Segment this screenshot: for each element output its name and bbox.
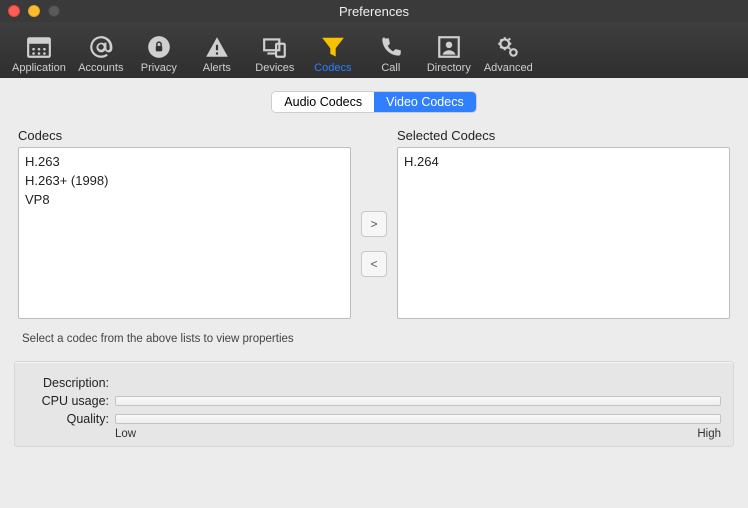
- lock-icon: [146, 34, 172, 60]
- toolbar-label: Application: [12, 62, 66, 74]
- toolbar-label: Advanced: [484, 62, 533, 74]
- move-left-button[interactable]: <: [361, 251, 387, 277]
- quality-label: Quality:: [27, 412, 109, 426]
- user-square-icon: [436, 34, 462, 60]
- selected-codecs-label: Selected Codecs: [397, 128, 730, 143]
- quality-bar: [115, 414, 721, 424]
- codec-tabs: Audio Codecs Video Codecs: [14, 92, 734, 112]
- toolbar-directory[interactable]: Directory: [420, 32, 478, 75]
- codec-properties: Description: CPU usage: Quality: Low Hig…: [14, 361, 734, 447]
- available-codecs-label: Codecs: [18, 128, 351, 143]
- devices-icon: [262, 34, 288, 60]
- cpu-usage-label: CPU usage:: [27, 394, 109, 408]
- toolbar-alerts[interactable]: Alerts: [188, 32, 246, 75]
- properties-hint: Select a codec from the above lists to v…: [22, 333, 734, 345]
- toolbar-application[interactable]: Application: [6, 32, 72, 75]
- selected-codecs-list[interactable]: H.264: [397, 147, 730, 319]
- phone-icon: [378, 34, 404, 60]
- calendar-icon: [26, 34, 52, 60]
- description-label: Description:: [27, 376, 109, 390]
- list-item[interactable]: H.264: [404, 152, 723, 171]
- scale-low: Low: [115, 428, 136, 440]
- at-sign-icon: [88, 34, 114, 60]
- toolbar-codecs[interactable]: Codecs: [304, 32, 362, 75]
- toolbar-label: Privacy: [141, 62, 177, 74]
- toolbar-label: Accounts: [78, 62, 123, 74]
- list-item[interactable]: H.263+ (1998): [25, 171, 344, 190]
- toolbar-devices[interactable]: Devices: [246, 32, 304, 75]
- toolbar-label: Alerts: [203, 62, 231, 74]
- tab-video-codecs[interactable]: Video Codecs: [374, 92, 476, 112]
- preferences-toolbar: Application Accounts Privacy Alerts Devi…: [0, 22, 748, 78]
- window-title: Preferences: [0, 4, 748, 19]
- move-right-button[interactable]: >: [361, 211, 387, 237]
- toolbar-accounts[interactable]: Accounts: [72, 32, 130, 75]
- scale-high: High: [697, 428, 721, 440]
- toolbar-label: Devices: [255, 62, 294, 74]
- gears-icon: [495, 34, 521, 60]
- cpu-usage-bar: [115, 396, 721, 406]
- content-pane: Audio Codecs Video Codecs Codecs H.263 H…: [0, 78, 748, 508]
- list-item[interactable]: VP8: [25, 190, 344, 209]
- tab-audio-codecs[interactable]: Audio Codecs: [272, 92, 374, 112]
- toolbar-label: Codecs: [314, 62, 351, 74]
- warning-icon: [204, 34, 230, 60]
- funnel-icon: [320, 34, 346, 60]
- toolbar-label: Directory: [427, 62, 471, 74]
- toolbar-call[interactable]: Call: [362, 32, 420, 75]
- available-codecs-list[interactable]: H.263 H.263+ (1998) VP8: [18, 147, 351, 319]
- toolbar-privacy[interactable]: Privacy: [130, 32, 188, 75]
- list-item[interactable]: H.263: [25, 152, 344, 171]
- toolbar-label: Call: [381, 62, 400, 74]
- titlebar: Preferences: [0, 0, 748, 22]
- toolbar-advanced[interactable]: Advanced: [478, 32, 539, 75]
